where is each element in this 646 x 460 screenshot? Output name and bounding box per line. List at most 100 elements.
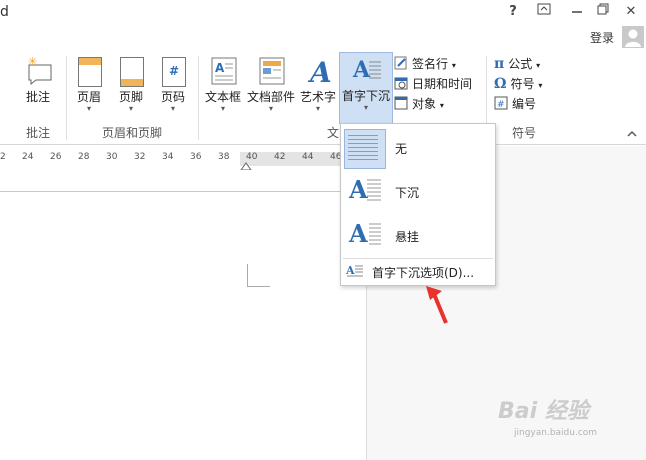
symbols-group-label: 符号 <box>511 126 536 140</box>
signature-line-label: 签名行 <box>412 57 449 71</box>
group-divider <box>198 56 199 140</box>
calendar-icon <box>394 76 408 90</box>
chevron-down-icon: ▾ <box>86 104 91 113</box>
signature-line-button[interactable]: 签名行 ▾ <box>394 54 484 74</box>
ribbon-insert: ✳ 批注 批注 页眉 ▾ 页脚 ▾ # 页码 ▾ 页眉和页脚 A 文本框 ▾ 文… <box>0 52 646 145</box>
page-number-button[interactable]: # 页码 ▾ <box>156 54 190 116</box>
ribbon-display-options-button[interactable] <box>533 3 555 21</box>
user-icon <box>625 29 641 47</box>
help-button[interactable]: ? <box>502 3 524 21</box>
header-button[interactable]: 页眉 ▾ <box>72 54 106 116</box>
chevron-up-icon <box>627 130 637 137</box>
wordart-button[interactable]: A 艺术字 ▾ <box>299 54 337 116</box>
footer-label: 页脚 <box>118 90 143 104</box>
page-number-icon: # <box>159 56 187 87</box>
quick-parts-icon <box>257 56 285 86</box>
comment-icon: ✳ <box>24 55 52 86</box>
document-canvas[interactable] <box>0 170 366 460</box>
ruler-tick-label: 38 <box>218 152 230 162</box>
dropcap-options-item[interactable]: A 首字下沉选项(D)... <box>341 260 495 284</box>
chevron-down-icon: ▾ <box>538 81 543 90</box>
collapse-ribbon-button[interactable] <box>626 128 638 140</box>
ruler-tick-label: 42 <box>274 152 286 162</box>
datetime-button[interactable]: 日期和时间 <box>394 74 484 94</box>
number-button[interactable]: # 编号 <box>494 94 564 114</box>
restore-button[interactable] <box>592 3 614 21</box>
chevron-down-icon: ▾ <box>170 104 175 113</box>
chevron-down-icon: ▾ <box>128 104 133 113</box>
ruler-tick-label: 34 <box>162 152 174 162</box>
login-link[interactable]: 登录 <box>590 29 614 46</box>
dropcap-label: 首字下沉 <box>341 89 390 103</box>
footer-icon <box>117 56 145 87</box>
chevron-down-icon: ▾ <box>451 61 456 70</box>
watermark-brand: Bai 经验 <box>498 399 589 424</box>
quick-parts-label: 文档部件 <box>246 90 295 104</box>
dropcap-option-none[interactable]: 无 <box>341 126 495 170</box>
textbox-button[interactable]: A 文本框 ▾ <box>203 54 243 116</box>
ruler-tick-label: 26 <box>50 152 62 162</box>
pi-icon: π <box>494 56 505 72</box>
quick-parts-button[interactable]: 文档部件 ▾ <box>245 54 297 116</box>
text-group-label: 文 <box>326 126 339 140</box>
object-icon <box>394 96 408 110</box>
number-icon: # <box>494 96 508 110</box>
dropcap-button[interactable]: A 首字下沉 ▾ <box>339 52 393 124</box>
ribbon-display-icon <box>537 3 551 15</box>
chevron-down-icon: ▾ <box>363 103 368 112</box>
restore-icon <box>597 3 609 15</box>
dropcap-options-icon: A <box>346 264 363 277</box>
chevron-down-icon: ▾ <box>268 104 273 113</box>
datetime-label: 日期和时间 <box>412 77 473 91</box>
signature-icon <box>394 56 408 70</box>
close-button[interactable]: ✕ <box>620 3 642 21</box>
comment-button[interactable]: ✳ 批注 <box>18 54 58 116</box>
wordart-icon: A <box>310 56 332 89</box>
svg-text:✳: ✳ <box>28 56 37 68</box>
page-edge <box>0 191 366 192</box>
header-footer-group-label: 页眉和页脚 <box>101 126 162 140</box>
window-title: d <box>0 4 9 20</box>
account-row: 登录 <box>0 26 646 52</box>
object-button[interactable]: 对象 ▾ <box>394 94 484 114</box>
wordart-label: 艺术字 <box>299 90 336 104</box>
no-dropcap-icon <box>348 133 384 169</box>
equation-button[interactable]: π 公式 ▾ <box>494 54 564 74</box>
number-label: 编号 <box>512 97 537 111</box>
ruler-tick-label: 32 <box>134 152 146 162</box>
footer-button[interactable]: 页脚 ▾ <box>114 54 148 116</box>
header-icon <box>75 56 103 87</box>
ruler-tick-label: 30 <box>106 152 118 162</box>
dropcap-option-dropped-label: 下沉 <box>395 186 420 200</box>
ruler-tick-label: 28 <box>78 152 90 162</box>
comment-label: 批注 <box>25 90 50 104</box>
minimize-button[interactable] <box>566 3 588 21</box>
avatar[interactable] <box>622 26 644 48</box>
dropcap-menu: 无 A 下沉 A 悬挂 A 首字下沉选项(D)... <box>340 123 496 286</box>
ruler-tick-label: 36 <box>190 152 202 162</box>
svg-text:#: # <box>497 100 505 110</box>
object-label: 对象 <box>412 97 437 111</box>
group-divider <box>66 56 67 140</box>
svg-text:A: A <box>346 264 355 277</box>
textbox-label: 文本框 <box>204 90 241 104</box>
text-small-buttons: 签名行 ▾ 日期和时间 对象 ▾ <box>394 54 484 114</box>
dropcap-option-none-label: 无 <box>395 142 408 156</box>
dropcap-option-dropped[interactable]: A 下沉 <box>341 170 495 214</box>
ruler-tick-label: 24 <box>22 152 34 162</box>
dropcap-option-margin-label: 悬挂 <box>395 230 420 244</box>
symbols-buttons: π 公式 ▾ Ω 符号 ▾ # 编号 <box>494 54 564 114</box>
dropped-icon: A <box>349 175 381 204</box>
symbol-button[interactable]: Ω 符号 ▾ <box>494 74 564 94</box>
menu-divider <box>343 258 493 259</box>
omega-icon: Ω <box>494 76 507 92</box>
dropcap-icon: A <box>353 57 381 83</box>
dropcap-option-margin[interactable]: A 悬挂 <box>341 214 495 258</box>
equation-label: 公式 <box>508 57 533 71</box>
chevron-down-icon: ▾ <box>315 104 320 113</box>
hanging-icon: A <box>349 219 381 248</box>
text-area-corner-mark <box>247 264 270 287</box>
minimize-icon <box>572 11 582 13</box>
chevron-down-icon: ▾ <box>220 104 225 113</box>
header-label: 页眉 <box>76 90 101 104</box>
